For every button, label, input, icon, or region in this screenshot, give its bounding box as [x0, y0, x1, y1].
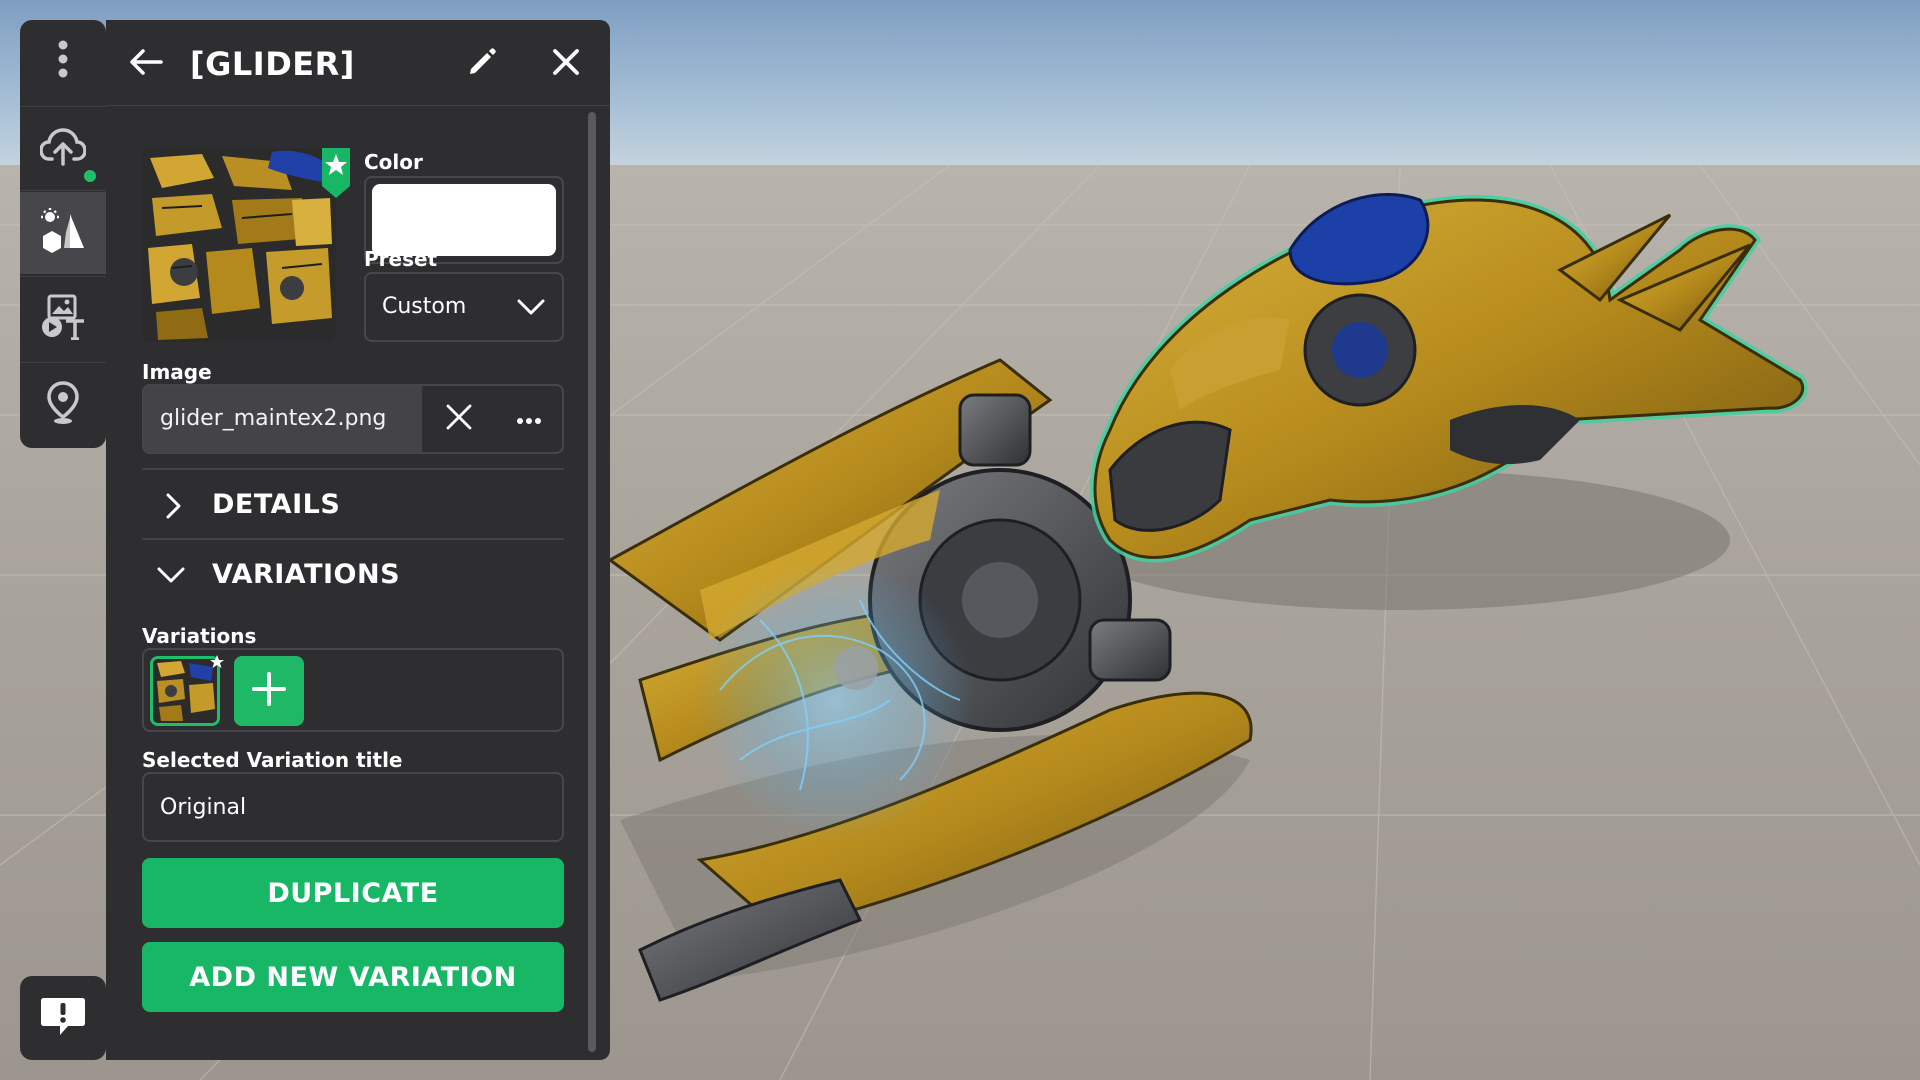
close-panel-button[interactable]: [544, 42, 588, 86]
favorite-star-icon: [322, 148, 350, 198]
details-section-title: DETAILS: [212, 489, 341, 520]
favorite-star-icon: [210, 654, 224, 673]
panel-header: [GLIDER]: [106, 20, 610, 106]
chevron-down-icon: [516, 294, 546, 324]
toolbar-divider: [20, 106, 106, 107]
image-filename[interactable]: glider_maintex2.png: [144, 386, 422, 452]
divider: [142, 538, 564, 540]
panel-scrollbar[interactable]: [588, 112, 596, 1052]
feedback-icon: [40, 995, 86, 1041]
selected-variation-title-label: Selected Variation title: [142, 748, 403, 772]
color-swatch: [372, 184, 556, 256]
more-vertical-icon: [57, 40, 69, 82]
inspector-panel: [GLIDER] Color Preset Custom Image glide…: [106, 20, 610, 1060]
location-button[interactable]: [20, 364, 106, 446]
image-label: Image: [142, 360, 212, 384]
back-button[interactable]: [124, 42, 168, 86]
add-variation-button[interactable]: [234, 656, 304, 726]
online-status-dot: [82, 168, 98, 184]
image-field: glider_maintex2.png: [142, 384, 564, 454]
variations-list: [142, 648, 564, 732]
media-text-icon: [40, 294, 86, 344]
image-options-button[interactable]: [494, 386, 562, 452]
toolbar-divider: [20, 276, 106, 277]
add-new-variation-button[interactable]: ADD NEW VARIATION: [142, 942, 564, 1012]
chevron-right-icon: [162, 492, 184, 524]
more-horizontal-icon: [516, 410, 542, 429]
preset-value: Custom: [382, 294, 467, 319]
details-section-toggle[interactable]: DETAILS: [142, 472, 564, 538]
feedback-button[interactable]: [20, 976, 106, 1060]
color-label: Color: [364, 150, 423, 174]
close-icon: [552, 48, 580, 80]
toolbar-divider: [20, 190, 106, 191]
media-text-button[interactable]: [20, 278, 106, 360]
variations-section-title: VARIATIONS: [212, 559, 401, 590]
plus-icon: [250, 670, 288, 712]
panel-title: [GLIDER]: [190, 45, 355, 83]
arrow-left-icon: [129, 48, 163, 80]
duplicate-button[interactable]: DUPLICATE: [142, 858, 564, 928]
objects-tool-button[interactable]: [20, 192, 106, 274]
left-toolbar: [20, 20, 106, 448]
clear-image-button[interactable]: [424, 386, 494, 452]
texture-thumbnail[interactable]: [142, 148, 336, 342]
location-pin-icon: [47, 381, 79, 429]
preset-dropdown[interactable]: Custom: [364, 272, 564, 342]
variation-title-input[interactable]: [142, 772, 564, 842]
cloud-upload-icon: [39, 127, 87, 171]
variations-label: Variations: [142, 624, 257, 648]
edit-title-button[interactable]: [460, 42, 504, 86]
more-menu-button[interactable]: [20, 20, 106, 102]
close-icon: [446, 404, 472, 434]
objects-light-icon: [40, 208, 86, 258]
pencil-icon: [467, 47, 497, 81]
preset-label: Preset: [364, 247, 438, 271]
variations-section-toggle[interactable]: VARIATIONS: [142, 542, 564, 608]
divider: [142, 468, 564, 470]
chevron-down-icon: [156, 564, 186, 590]
toolbar-divider: [20, 362, 106, 363]
